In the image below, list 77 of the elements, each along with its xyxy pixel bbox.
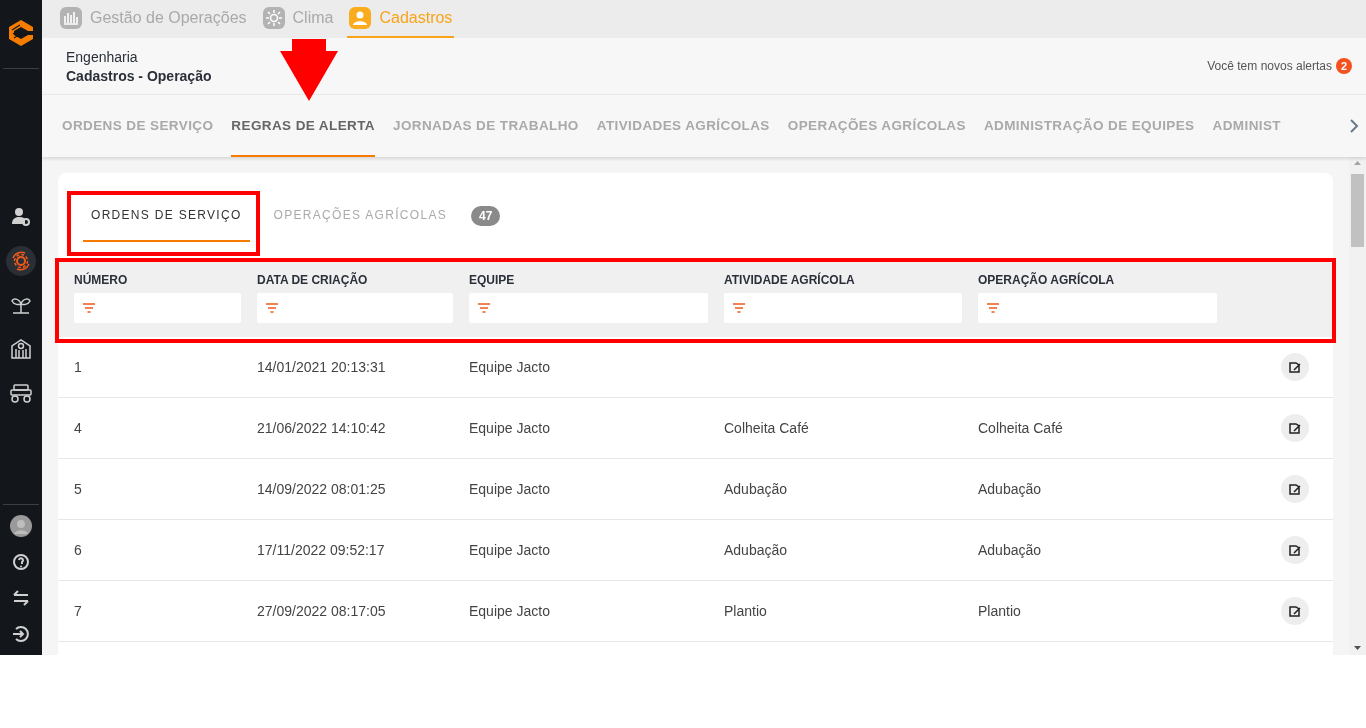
- edit-icon: [1288, 421, 1302, 435]
- edit-button[interactable]: [1281, 475, 1309, 503]
- edit-button[interactable]: [1281, 353, 1309, 381]
- table-cell: 6: [74, 542, 82, 558]
- alert-count: 2: [1336, 58, 1352, 74]
- barn-icon: [10, 338, 32, 360]
- section-title: Engenharia: [66, 48, 139, 65]
- edit-icon: [1288, 604, 1302, 618]
- table-cell: 17/11/2022 09:52:17: [257, 542, 385, 558]
- nav-tab[interactable]: ORDENS DE SERVIÇO: [62, 95, 214, 157]
- table-cell: Colheita Café: [724, 420, 809, 436]
- table-cell: 21/06/2022 14:10:42: [257, 420, 386, 436]
- user-icon: [349, 7, 372, 29]
- column-header: NÚMERO: [74, 273, 129, 287]
- edit-icon: [1288, 543, 1302, 557]
- table-cell: Adubação: [724, 542, 788, 558]
- chevron-right-icon: [1348, 118, 1360, 134]
- app-tab[interactable]: Gestão de Operações: [58, 0, 249, 38]
- table-cell: Equipe Jacto: [469, 542, 550, 558]
- table-cell: 14/09/2022 08:01:25: [257, 481, 386, 497]
- filter-field[interactable]: [724, 293, 962, 323]
- edit-icon: [1288, 482, 1302, 496]
- filter-field[interactable]: [469, 293, 708, 323]
- table-cell: Equipe Jacto: [469, 603, 550, 619]
- filter-icon: [477, 303, 491, 313]
- count-badge: 47: [471, 206, 501, 226]
- edit-button[interactable]: [1281, 536, 1309, 564]
- edit-button[interactable]: [1281, 414, 1309, 442]
- app-tab[interactable]: Clima: [260, 0, 336, 38]
- tab[interactable]: OPERAÇÕES AGRÍCOLAS: [265, 190, 455, 242]
- edit-button[interactable]: [1281, 597, 1309, 625]
- nav-tab[interactable]: JORNADAS DE TRABALHO: [393, 95, 579, 157]
- user-settings-icon: [10, 206, 32, 228]
- filter-field[interactable]: [74, 293, 241, 323]
- table-cell: 27/09/2022 08:17:05: [257, 603, 386, 619]
- edit-icon: [1288, 360, 1302, 374]
- table-cell: 14/01/2021 20:13:31: [257, 359, 386, 375]
- nav-tab[interactable]: ATIVIDADES AGRÍCOLAS: [596, 95, 770, 157]
- filter-icon: [82, 303, 96, 313]
- alerts-text[interactable]: Você tem novos alertas: [1207, 59, 1332, 73]
- nav-tab[interactable]: OPERAÇÕES AGRÍCOLAS: [787, 95, 966, 157]
- logout-icon[interactable]: [10, 623, 32, 645]
- nav-tab[interactable]: ADMINISTRAÇÃO DE EQUIPES: [983, 95, 1195, 157]
- annotation-arrow: [280, 39, 338, 101]
- table-cell: 1: [74, 359, 82, 375]
- table-cell: Colheita Café: [978, 420, 1063, 436]
- table-cell: Equipe Jacto: [469, 359, 550, 375]
- column-header: DATA DE CRIAÇÃO: [257, 273, 369, 287]
- sidebar-item[interactable]: [6, 246, 36, 276]
- nav-tab[interactable]: ADMINIST: [1212, 95, 1281, 157]
- table-cell: Adubação: [978, 542, 1042, 558]
- table-cell: 5: [74, 481, 82, 497]
- column-header: EQUIPE: [469, 273, 516, 287]
- table-cell: Plantio: [978, 603, 1021, 619]
- filter-icon: [265, 303, 279, 313]
- table-cell: Adubação: [724, 481, 788, 497]
- filter-icon: [732, 303, 746, 313]
- filter-field[interactable]: [978, 293, 1217, 323]
- gear-icon: [10, 250, 32, 272]
- table-cell: 7: [74, 603, 82, 619]
- table-cell: Equipe Jacto: [469, 481, 550, 497]
- column-header: ATIVIDADE AGRÍCOLA: [724, 273, 856, 287]
- help-icon[interactable]: [10, 551, 32, 573]
- table-cell: Plantio: [724, 603, 767, 619]
- page-title: Cadastros - Operação: [66, 67, 212, 84]
- logo-icon: [6, 18, 36, 48]
- filter-icon: [986, 303, 1000, 313]
- column-header: OPERAÇÃO AGRÍCOLA: [978, 273, 1116, 287]
- filter-field[interactable]: [257, 293, 453, 323]
- sun-icon: [262, 7, 285, 29]
- table-cell: Adubação: [978, 481, 1042, 497]
- avatar-icon[interactable]: [10, 515, 32, 537]
- vehicle-icon: [10, 382, 32, 404]
- table-cell: Equipe Jacto: [469, 420, 550, 436]
- table-cell: 4: [74, 420, 82, 436]
- tab[interactable]: ORDENS DE SERVIÇO: [83, 190, 250, 242]
- chart-icon: [60, 7, 82, 29]
